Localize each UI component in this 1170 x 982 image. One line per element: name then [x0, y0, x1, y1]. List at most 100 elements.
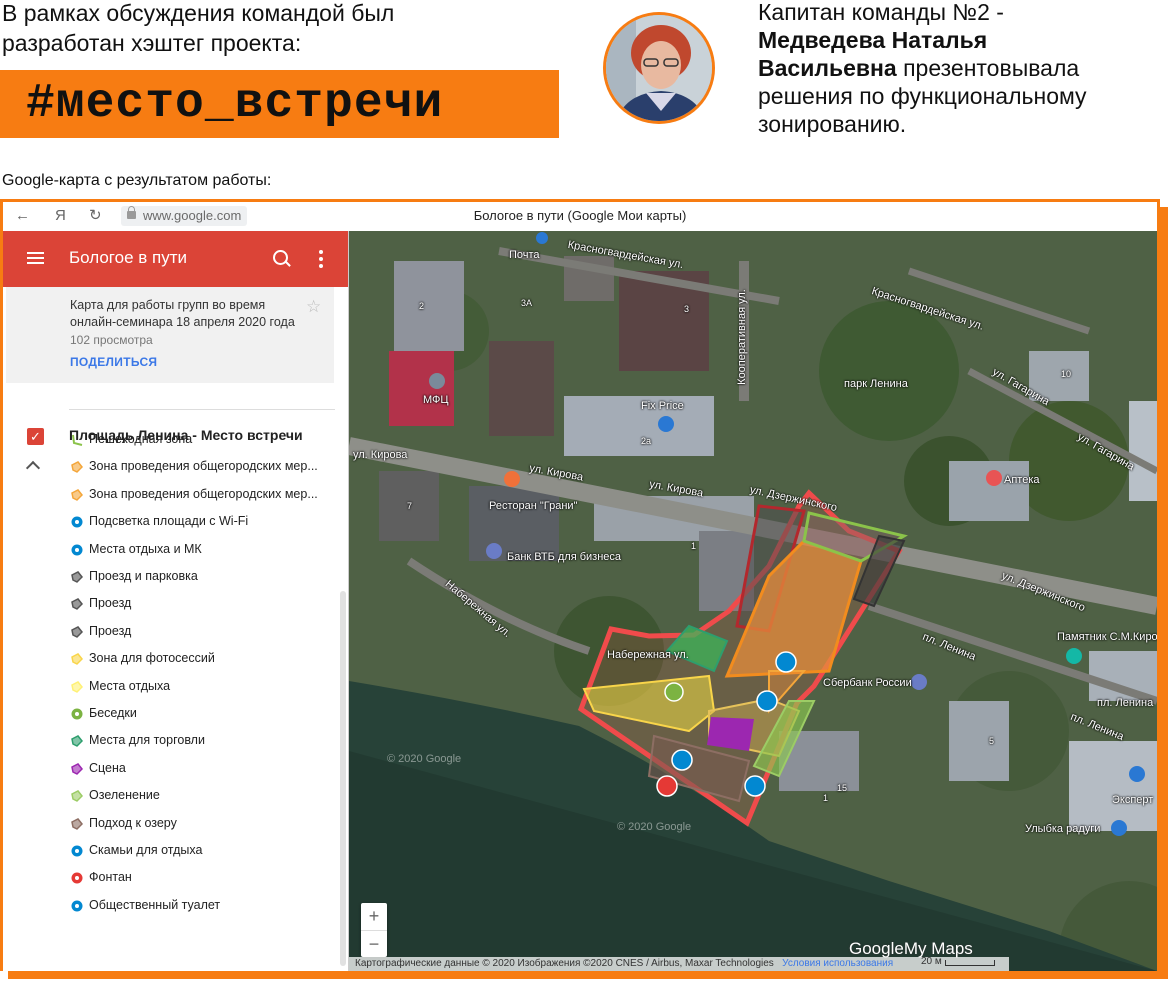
map-label-pochta: Почта [509, 249, 540, 261]
house-number: 10 [1061, 369, 1072, 379]
intro-line-2: разработан хэштег проекта: [2, 30, 302, 56]
line-icon [71, 434, 83, 446]
captain-rest-1: презентовывала [896, 55, 1080, 81]
legend-item[interactable]: Сцена [71, 760, 319, 780]
legend-item-label: Подсветка площади с Wi-Fi [89, 514, 249, 528]
legend-item[interactable]: Места отдыха [71, 678, 319, 698]
polygon-icon [71, 653, 84, 665]
legend-item[interactable]: Места для торговли [71, 732, 319, 752]
avatar [603, 12, 715, 124]
captain-rest-3: зонированию. [758, 111, 907, 137]
house-number: 15 [837, 783, 848, 793]
legend-item[interactable]: Зона проведения общегородских мер... [71, 486, 319, 506]
satellite-map[interactable]: Почта Красногвардейская ул. Красногварде… [349, 231, 1157, 971]
legend-item[interactable]: Зона проведения общегородских мер... [71, 458, 319, 478]
intro-line-1: В рамках обсуждения командой был [2, 0, 395, 26]
legend-item[interactable]: Проезд [71, 623, 319, 643]
legend-item[interactable]: Беседки [71, 705, 319, 725]
scrollbar[interactable] [340, 591, 346, 966]
map-label-pamyatnik: Памятник С.М.Киров [1057, 631, 1157, 643]
browser-toolbar: ← Я ↻ www.google.com Бологое в пути (Goo… [3, 202, 1157, 232]
scale-label: 20 м [921, 956, 942, 967]
legend-item-label: Зона проведения общегородских мер... [89, 487, 318, 501]
legend-item[interactable]: Скамьи для отдыха [71, 842, 319, 862]
legend-item[interactable]: Проезд [71, 595, 319, 615]
polygon-icon [71, 681, 84, 693]
house-number: 7 [407, 501, 413, 511]
zoom-control: + − [361, 903, 387, 957]
legend-item-label: Общественный туалет [89, 898, 221, 912]
legend-item-label: Места для торговли [89, 733, 205, 747]
legend-item[interactable]: Пешеходная зона [71, 431, 319, 451]
map-title: Бологое в пути [69, 248, 188, 267]
chevron-up-icon[interactable] [25, 460, 41, 476]
sidebar-header: Бологое в пути [3, 231, 348, 287]
legend-item[interactable]: Подсветка площади с Wi-Fi [71, 513, 319, 533]
map-label-kooperat: Кооперативная ул. [735, 289, 748, 385]
legend-item-label: Беседки [89, 706, 137, 720]
house-number: 1 [823, 793, 829, 803]
map-watermark-1: © 2020 Google [387, 753, 462, 765]
map-info-card: Карта для работы групп во время онлайн-с… [6, 287, 334, 383]
terms-link[interactable]: Условия использования [782, 958, 893, 969]
map-label-restoran: Ресторан "Грани" [489, 500, 578, 512]
legend-item[interactable]: Зона для фотосессий [71, 650, 319, 670]
rest-icon [71, 544, 83, 556]
legend-item[interactable]: Озеленение [71, 787, 319, 807]
legend-item[interactable]: Проезд и парковка [71, 568, 319, 588]
map-label-mfc: МФЦ [423, 394, 449, 406]
polygon-icon [71, 489, 84, 501]
map-label-fixprice: Fix Price [641, 400, 684, 412]
legend-item-label: Скамьи для отдыха [89, 843, 203, 857]
map-label-apteka: Аптека [1004, 474, 1040, 486]
legend-item-label: Проезд [89, 596, 132, 610]
zoom-in-button[interactable]: + [361, 903, 387, 930]
map-watermark-2: © 2020 Google [617, 821, 692, 833]
legend-item[interactable]: Общественный туалет [71, 897, 319, 917]
gazebo-icon [71, 708, 83, 720]
search-icon[interactable] [273, 250, 288, 265]
polygon-icon [71, 571, 84, 583]
map-label-kirova-1: ул. Кирова [353, 449, 408, 461]
map-label-ekspert: Эксперт [1112, 794, 1154, 806]
tab-title: Бологое в пути (Google Мои карты) [473, 208, 687, 223]
google-mymaps-logo: GoogleMy Maps [849, 939, 973, 959]
legend-item-label: Зона для фотосессий [89, 651, 215, 665]
legend-item-label: Пешеходная зона [89, 432, 193, 446]
legend-item-label: Зона проведения общегородских мер... [89, 459, 318, 473]
legend-item-label: Проезд и парковка [89, 569, 198, 583]
polygon-icon [71, 735, 84, 747]
zoom-out-button[interactable]: − [361, 931, 387, 958]
legend-item[interactable]: Подход к озеру [71, 815, 319, 835]
more-icon[interactable] [319, 250, 323, 268]
scale-bar [945, 960, 995, 966]
legend-item-label: Озеленение [89, 788, 160, 802]
attribution-text: Картографические данные © 2020 Изображен… [355, 958, 774, 969]
map-label-park: парк Ленина [844, 378, 908, 390]
legend-item[interactable]: Места отдыха и МК [71, 541, 319, 561]
map-attribution: Картографические данные © 2020 Изображен… [349, 956, 1009, 971]
fountain-icon [71, 872, 83, 884]
map-label-ulybka: Улыбка радуги [1025, 823, 1101, 835]
legend-item[interactable]: Фонтан [71, 869, 319, 889]
house-number: 1 [691, 541, 697, 551]
menu-icon[interactable] [27, 252, 44, 264]
house-number: 3 [684, 304, 690, 314]
browser-window: ← Я ↻ www.google.com Бологое в пути (Goo… [0, 199, 1160, 971]
polygon-icon [71, 461, 84, 473]
hashtag-text: #место_встречи [26, 77, 444, 131]
intro-text: В рамках обсуждения командой был разрабо… [2, 0, 542, 58]
layer-checkbox[interactable]: ✓ [27, 428, 44, 445]
map-caption: Google-карта с результатом работы: [2, 172, 272, 189]
house-number: 2 [419, 301, 425, 311]
hashtag-banner: #место_встречи [0, 70, 559, 138]
view-count: 102 просмотра [70, 333, 153, 347]
map-label-lenina-2: пл. Ленина [1097, 697, 1154, 709]
divider [69, 409, 335, 410]
house-number: 2а [641, 436, 652, 446]
share-link[interactable]: ПОДЕЛИТЬСЯ [70, 355, 157, 369]
legend-item-label: Фонтан [89, 870, 132, 884]
house-number: 5 [989, 736, 995, 746]
legend-item-label: Сцена [89, 761, 126, 775]
star-icon[interactable]: ☆ [306, 297, 321, 317]
